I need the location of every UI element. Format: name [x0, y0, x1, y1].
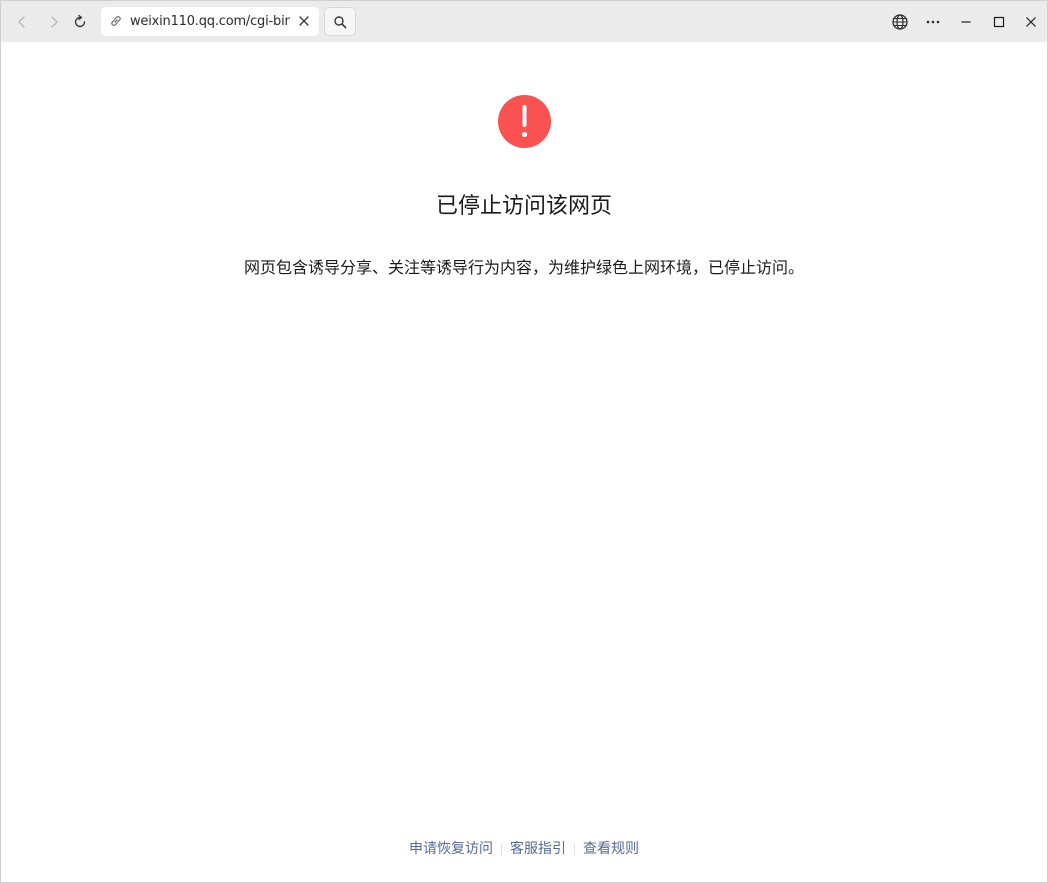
page-description: 网页包含诱导分享、关注等诱导行为内容，为维护绿色上网环境，已停止访问。	[243, 258, 804, 277]
chevron-left-icon	[18, 16, 25, 28]
link-icon	[111, 16, 121, 26]
request-restore-link[interactable]: 申请恢复访问	[401, 839, 501, 859]
back-button[interactable]	[7, 7, 37, 37]
close-icon[interactable]	[297, 14, 311, 28]
browser-window: weixin110.qq.com/cgi-bin/r 已停止访问该网页 网页包含…	[0, 0, 1048, 883]
chevron-right-icon	[51, 16, 58, 28]
page-content: 已停止访问该网页 网页包含诱导分享、关注等诱导行为内容，为维护绿色上网环境，已停…	[1, 42, 1047, 882]
minimize-button[interactable]	[951, 7, 981, 37]
page-title: 已停止访问该网页	[435, 194, 612, 219]
maximize-button[interactable]	[984, 7, 1014, 37]
language-button[interactable]	[885, 7, 915, 37]
close-icon	[1026, 17, 1036, 27]
footer-links: 申请恢复访问 客服指引 查看规则	[1, 839, 1047, 859]
search-icon	[334, 15, 347, 28]
minimize-icon	[961, 21, 971, 23]
more-button[interactable]	[918, 7, 948, 37]
reload-icon	[74, 14, 86, 28]
search-button[interactable]	[324, 7, 356, 36]
exclamation-icon	[498, 95, 551, 148]
globe-icon	[892, 14, 908, 30]
close-window-button[interactable]	[1016, 7, 1046, 37]
customer-service-link[interactable]: 客服指引	[502, 839, 574, 859]
view-rules-link[interactable]: 查看规则	[575, 839, 647, 859]
maximize-icon	[993, 16, 1005, 28]
reload-button[interactable]	[65, 7, 95, 37]
more-icon	[926, 20, 940, 24]
address-bar[interactable]: weixin110.qq.com/cgi-bin/r	[101, 7, 319, 36]
browser-toolbar: weixin110.qq.com/cgi-bin/r	[1, 1, 1047, 42]
url-text[interactable]: weixin110.qq.com/cgi-bin/r	[130, 7, 290, 36]
